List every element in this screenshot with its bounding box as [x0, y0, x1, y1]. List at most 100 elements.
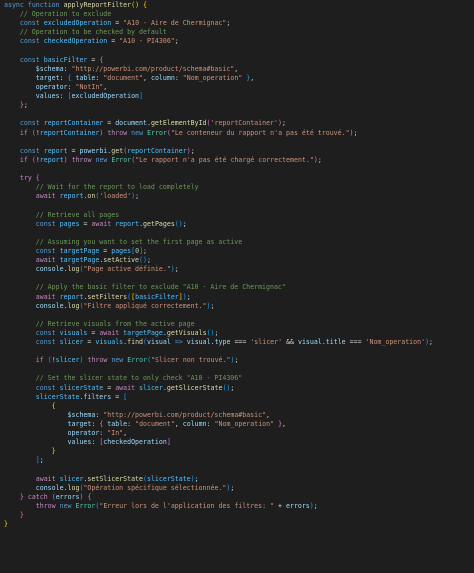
code-token: console	[35, 265, 64, 274]
code-line[interactable]	[0, 466, 474, 475]
code-line[interactable]	[0, 347, 474, 356]
code-line[interactable]: $schema: "http://powerbi.com/product/sch…	[0, 65, 474, 74]
code-line[interactable]: // Retrieve all pages	[0, 211, 474, 220]
code-line[interactable]	[0, 110, 474, 119]
code-token: }	[4, 520, 8, 529]
code-token: document	[115, 119, 147, 128]
code-line[interactable]: console.log("Filtre appliqué correctemen…	[0, 302, 474, 311]
code-token: try	[19, 174, 32, 183]
code-line[interactable]	[0, 47, 474, 56]
code-token: // Retrieve visuals from the active page	[35, 319, 195, 328]
code-line[interactable]: // Set the slicer state to only check "A…	[0, 374, 474, 383]
code-line[interactable]: console.log("Page active définie.");	[0, 265, 474, 274]
code-line[interactable]: }	[0, 511, 474, 520]
code-line[interactable]: const reportContainer = document.getElem…	[0, 119, 474, 128]
code-line[interactable]: } catch (errors) {	[0, 493, 474, 502]
code-token: setSlicerState	[87, 474, 143, 483]
code-line[interactable]: if (!slicer) throw new Error("Slicer non…	[0, 356, 474, 365]
code-token: ,	[234, 64, 239, 73]
code-line[interactable]: };	[0, 101, 474, 110]
code-line[interactable]: if (!report) throw new Error("Le rapport…	[0, 156, 474, 165]
code-line[interactable]: // Operation to exclude	[0, 10, 474, 19]
code-token: setActive	[103, 256, 140, 265]
code-line[interactable]: if (!reportContainer) throw new Error("L…	[0, 129, 474, 138]
code-token: ()	[139, 256, 147, 265]
code-token: ,	[143, 73, 151, 82]
code-line[interactable]: const slicer = visuals.find(visual => vi…	[0, 338, 474, 347]
code-token: {	[99, 55, 104, 64]
code-line[interactable]: slicerState.filters = [	[0, 393, 474, 402]
code-line[interactable]: const excludedOperation = "A10 - Aire de…	[0, 19, 474, 28]
code-line[interactable]: await report.on('loaded');	[0, 192, 474, 201]
code-line[interactable]: {	[0, 402, 474, 411]
code-line[interactable]: throw new Error("Erreur lors de l'applic…	[0, 502, 474, 511]
code-line[interactable]: console.log("Opération spécifique sélect…	[0, 484, 474, 493]
code-token: "http://powerbi.com/product/schema#basic…	[103, 410, 267, 419]
code-token: :	[63, 64, 72, 73]
code-line[interactable]: values: [checkedOperation]	[0, 438, 474, 447]
code-line[interactable]: $schema: "http://powerbi.com/product/sch…	[0, 411, 474, 420]
code-line[interactable]: await report.setFilters([basicFilter]);	[0, 293, 474, 302]
code-token: if	[35, 356, 44, 365]
code-line[interactable]: const pages = await report.getPages();	[0, 220, 474, 229]
code-area[interactable]: async function applyReportFilter() { // …	[0, 1, 474, 529]
code-token: throw	[71, 155, 92, 164]
code-token: table	[107, 420, 128, 429]
code-token: =	[111, 392, 124, 401]
code-token: =	[103, 119, 116, 128]
code-token: excludedOperation	[43, 19, 112, 28]
code-line[interactable]: // Assuming you want to set the first pa…	[0, 238, 474, 247]
code-line[interactable]: const visuals = await targetPage.getVisu…	[0, 329, 474, 338]
code-token: // Apply the basic filter to exclude "A1…	[35, 283, 286, 292]
code-line[interactable]: const basicFilter = {	[0, 56, 474, 65]
code-token: :	[206, 420, 215, 429]
code-line[interactable]: // Wait for the report to load completel…	[0, 183, 474, 192]
code-line[interactable]: values: [excludedOperation]	[0, 92, 474, 101]
code-token: "Opération spécifique sélectionnée."	[83, 483, 227, 492]
code-line[interactable]	[0, 229, 474, 238]
code-line[interactable]: await slicer.setSlicerState(slicerState)…	[0, 475, 474, 484]
code-line[interactable]: // Operation to be checked by default	[0, 28, 474, 37]
code-line[interactable]: // Retrieve visuals from the active page	[0, 320, 474, 329]
code-line[interactable]: const slicerState = await slicer.getSlic…	[0, 384, 474, 393]
code-line[interactable]: target: { table: "document", column: "No…	[0, 74, 474, 83]
code-token: [	[123, 392, 128, 401]
code-line[interactable]	[0, 365, 474, 374]
code-token: }	[51, 447, 56, 456]
code-line[interactable]: ];	[0, 456, 474, 465]
code-line[interactable]: async function applyReportFilter() {	[0, 1, 474, 10]
code-line[interactable]	[0, 201, 474, 210]
code-line[interactable]: const targetPage = pages[0];	[0, 247, 474, 256]
code-token: "Le conteneur du rapport n'a pas été tro…	[170, 128, 350, 137]
code-token: visuals	[95, 338, 124, 347]
code-line[interactable]: }	[0, 447, 474, 456]
code-token: checkedOperation	[103, 438, 167, 447]
code-token: // Assuming you want to set the first pa…	[35, 237, 243, 246]
code-token: slicerState	[59, 383, 104, 392]
code-token: ,	[250, 73, 255, 82]
code-token: "http://powerbi.com/product/schema#basic…	[71, 64, 235, 73]
code-line[interactable]: try {	[0, 174, 474, 183]
code-line[interactable]: const checkedOperation = "A10 - PI4306";	[0, 37, 474, 46]
code-token: Error	[75, 502, 96, 511]
code-line[interactable]: const report = powerbi.get(reportContain…	[0, 147, 474, 156]
code-token: // Operation to be checked by default	[19, 28, 167, 37]
code-line[interactable]: operator: "NotIn",	[0, 83, 474, 92]
code-line[interactable]	[0, 274, 474, 283]
code-line[interactable]	[0, 138, 474, 147]
code-line[interactable]: }	[0, 520, 474, 529]
code-line[interactable]	[0, 311, 474, 320]
code-line[interactable]: operator: "In",	[0, 429, 474, 438]
code-line[interactable]: await targetPage.setActive();	[0, 256, 474, 265]
code-line[interactable]	[0, 165, 474, 174]
code-line[interactable]: target: { table: "document", column: "No…	[0, 420, 474, 429]
code-line[interactable]: // Apply the basic filter to exclude "A1…	[0, 283, 474, 292]
code-token: ,	[266, 410, 271, 419]
code-editor[interactable]: async function applyReportFilter() { // …	[0, 0, 474, 573]
